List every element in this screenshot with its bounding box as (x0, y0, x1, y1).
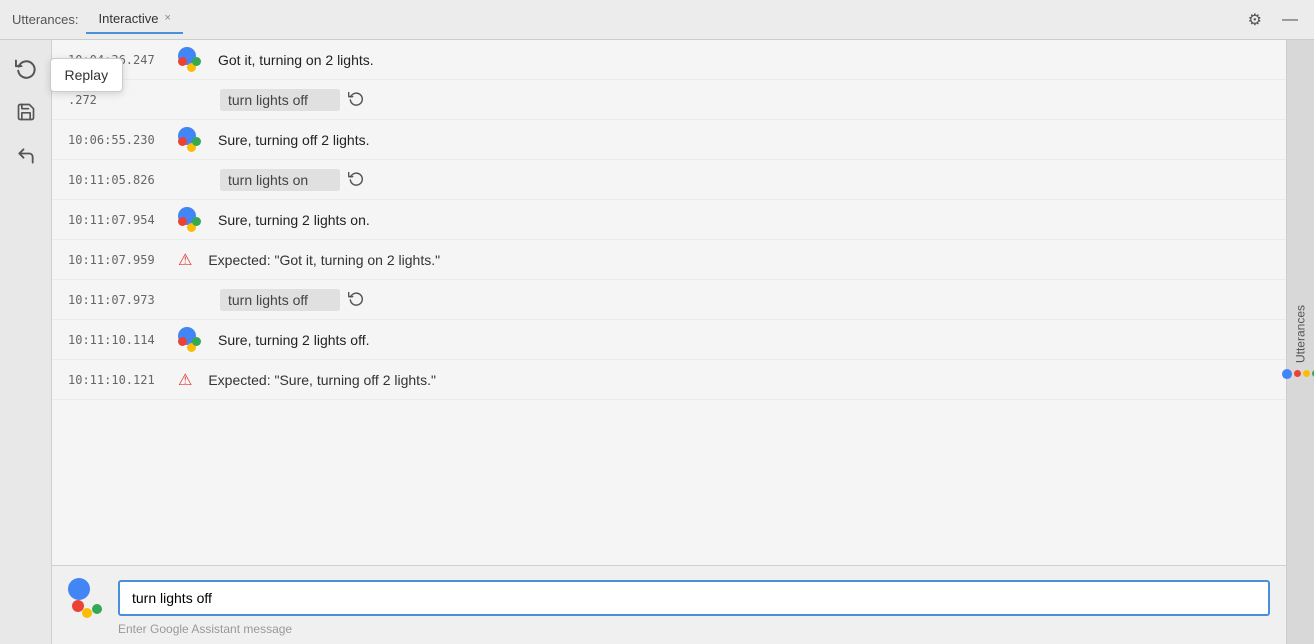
right-sidebar-label: Utterances (1294, 305, 1308, 363)
utterance-box-4: turn lights on (220, 169, 364, 191)
input-area: Enter Google Assistant message (52, 565, 1286, 644)
conv-row-2: .272 turn lights off (52, 80, 1286, 120)
replay-button[interactable]: Replay (8, 50, 44, 86)
main-window: Utterances: Interactive × ⚙ — Replay (0, 0, 1314, 644)
utterance-box-2: turn lights off (220, 89, 364, 111)
utterances-tab[interactable]: Utterances (1278, 297, 1314, 387)
conv-row-9: 10:11:10.121 ⚠ Expected: "Sure, turning … (52, 360, 1286, 400)
timestamp-6: 10:11:07.959 (68, 253, 178, 267)
title-label: Utterances: (12, 12, 78, 27)
gear-button[interactable]: ⚙ (1244, 8, 1266, 32)
utterance-text-7: turn lights off (220, 289, 340, 311)
title-bar-icons: ⚙ — (1244, 8, 1302, 32)
avatar-8 (178, 327, 208, 353)
right-sidebar[interactable]: Utterances (1286, 40, 1314, 644)
conv-row-7: 10:11:07.973 turn lights off (52, 280, 1286, 320)
avatar-5 (178, 207, 208, 233)
conv-row-6: 10:11:07.959 ⚠ Expected: "Got it, turnin… (52, 240, 1286, 280)
timestamp-9: 10:11:10.121 (68, 373, 178, 387)
expected-text-9: Expected: "Sure, turning off 2 lights." (208, 372, 436, 388)
replay-utterance-2-icon[interactable] (348, 90, 364, 109)
input-hint: Enter Google Assistant message (118, 622, 1270, 636)
minimize-button[interactable]: — (1278, 9, 1302, 31)
avatar-3 (178, 127, 208, 153)
utterance-box-7: turn lights off (220, 289, 364, 311)
replay-utterance-7-icon[interactable] (348, 290, 364, 309)
timestamp-8: 10:11:10.114 (68, 333, 178, 347)
error-icon-9: ⚠ (178, 370, 192, 390)
conv-row-3: 10:06:55.230 Sure, turning off 2 lights. (52, 120, 1286, 160)
save-button[interactable] (8, 94, 44, 130)
message-input[interactable] (118, 580, 1270, 616)
main-area: Replay 10:04:36 (0, 40, 1314, 644)
timestamp-2: .272 (68, 93, 178, 107)
timestamp-3: 10:06:55.230 (68, 133, 178, 147)
undo-button[interactable] (8, 138, 44, 174)
message-text-8: Sure, turning 2 lights off. (218, 332, 1270, 348)
input-row (68, 578, 1270, 618)
conv-row-8: 10:11:10.114 Sure, turning 2 lights off. (52, 320, 1286, 360)
tab-interactive-label: Interactive (98, 11, 158, 26)
google-assistant-icon (68, 578, 108, 618)
error-icon-6: ⚠ (178, 250, 192, 270)
message-text-3: Sure, turning off 2 lights. (218, 132, 1270, 148)
utterances-icon (1282, 369, 1314, 379)
timestamp-4: 10:11:05.826 (68, 173, 178, 187)
conv-row-4: 10:11:05.826 turn lights on (52, 160, 1286, 200)
utterance-text-2: turn lights off (220, 89, 340, 111)
tab-close-button[interactable]: × (164, 13, 170, 24)
replay-tooltip: Replay (50, 58, 124, 92)
tab-interactive[interactable]: Interactive × (86, 5, 182, 34)
avatar-1 (178, 47, 208, 73)
conv-row-5: 10:11:07.954 Sure, turning 2 lights on. (52, 200, 1286, 240)
title-bar: Utterances: Interactive × ⚙ — (0, 0, 1314, 40)
conv-row-1: 10:04:36.247 Got it, turning on 2 lights… (52, 40, 1286, 80)
expected-text-6: Expected: "Got it, turning on 2 lights." (208, 252, 440, 268)
message-text-1: Got it, turning on 2 lights. (218, 52, 1270, 68)
timestamp-7: 10:11:07.973 (68, 293, 178, 307)
timestamp-5: 10:11:07.954 (68, 213, 178, 227)
utterance-text-4: turn lights on (220, 169, 340, 191)
replay-utterance-4-icon[interactable] (348, 170, 364, 189)
conversation-list: 10:04:36.247 Got it, turning on 2 lights… (52, 40, 1286, 565)
left-sidebar: Replay (0, 40, 52, 644)
message-text-5: Sure, turning 2 lights on. (218, 212, 1270, 228)
